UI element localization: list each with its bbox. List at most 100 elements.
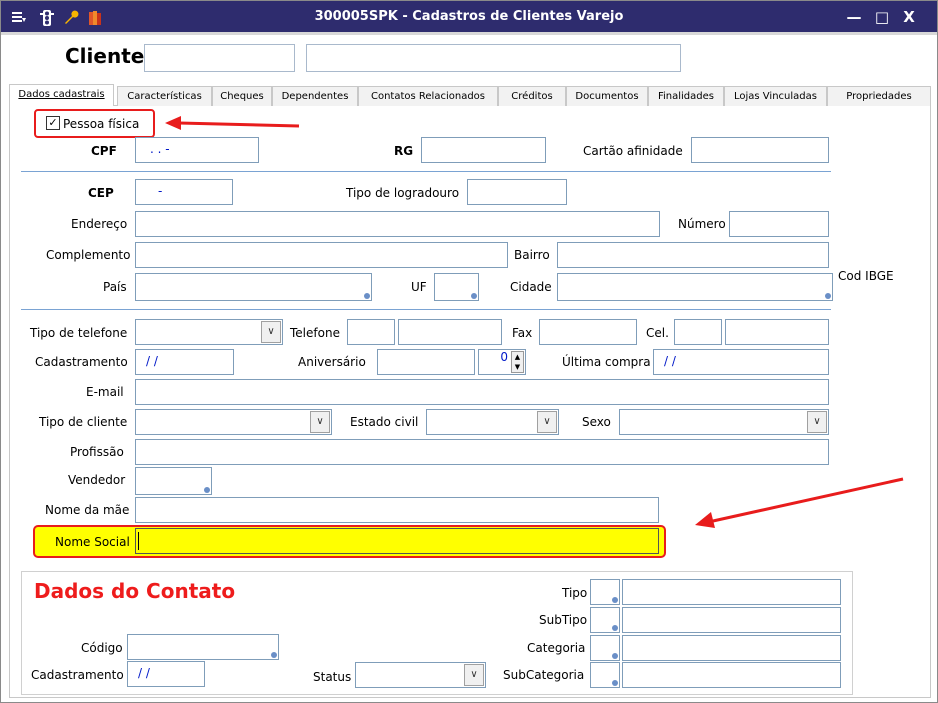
tipo-cliente-select[interactable]: ∨ bbox=[135, 409, 332, 435]
cliente-name-input[interactable] bbox=[306, 44, 681, 72]
tab-cheques[interactable]: Cheques bbox=[212, 86, 272, 106]
maximize-button[interactable]: □ bbox=[872, 7, 892, 27]
pessoa-fisica-label: Pessoa física bbox=[63, 117, 140, 131]
contato-tipo-code-input[interactable] bbox=[590, 579, 620, 605]
minimize-button[interactable]: — bbox=[844, 7, 864, 27]
main-window: 300005SPK - Cadastros de Clientes Varejo… bbox=[0, 0, 938, 703]
rg-label: RG bbox=[394, 144, 414, 158]
lookup-icon[interactable] bbox=[610, 678, 618, 686]
lookup-icon[interactable] bbox=[469, 291, 477, 299]
chevron-down-icon[interactable]: ∨ bbox=[310, 411, 330, 433]
tab-label: Documentos bbox=[575, 91, 639, 102]
uf-lookup-input[interactable] bbox=[434, 273, 479, 301]
chevron-down-icon[interactable]: ∨ bbox=[464, 664, 484, 686]
window-title: 300005SPK - Cadastros de Clientes Varejo bbox=[314, 9, 624, 24]
aniversario-input[interactable] bbox=[377, 349, 475, 375]
vendedor-lookup-input[interactable] bbox=[135, 467, 212, 495]
contato-codigo-lookup-input[interactable] bbox=[127, 634, 279, 660]
cartao-afinidade-input[interactable] bbox=[691, 137, 829, 163]
numero-input[interactable] bbox=[729, 211, 829, 237]
contato-codigo-label: Código bbox=[81, 641, 123, 655]
lookup-icon[interactable] bbox=[269, 650, 277, 658]
aniversario-spinner[interactable]: 0 ▲ ▼ bbox=[478, 349, 526, 375]
cel-ddd-input[interactable] bbox=[674, 319, 722, 345]
spinner-value: 0 bbox=[500, 350, 508, 364]
contato-title: Dados do Contato bbox=[34, 579, 236, 603]
contato-tipo-label: Tipo bbox=[562, 586, 588, 600]
complemento-label: Complemento bbox=[46, 248, 131, 262]
cliente-code-input[interactable] bbox=[144, 44, 295, 72]
chevron-down-icon[interactable]: ∨ bbox=[807, 411, 827, 433]
tab-finalidades[interactable]: Finalidades bbox=[648, 86, 724, 106]
cep-label: CEP bbox=[88, 186, 114, 200]
annotation-arrow-icon bbox=[165, 116, 300, 130]
contato-categoria-code-input[interactable] bbox=[590, 635, 620, 661]
nome-mae-input[interactable] bbox=[135, 497, 659, 523]
close-button[interactable]: X bbox=[899, 7, 919, 27]
tab-creditos[interactable]: Créditos bbox=[498, 86, 566, 106]
chevron-down-icon[interactable]: ∨ bbox=[261, 321, 281, 343]
bairro-input[interactable] bbox=[557, 242, 829, 268]
contato-subcategoria-desc-input[interactable] bbox=[622, 662, 841, 688]
estado-civil-select[interactable]: ∨ bbox=[426, 409, 559, 435]
contato-cadastramento-label: Cadastramento bbox=[31, 668, 124, 682]
tab-label: Cheques bbox=[220, 91, 264, 102]
cidade-label: Cidade bbox=[510, 280, 552, 294]
tab-label: Contatos Relacionados bbox=[370, 91, 485, 102]
tab-documentos[interactable]: Documentos bbox=[566, 86, 648, 106]
lookup-icon[interactable] bbox=[362, 291, 370, 299]
ultima-compra-date-input[interactable]: / / bbox=[653, 349, 829, 375]
endereco-input[interactable] bbox=[135, 211, 660, 237]
fax-input[interactable] bbox=[539, 319, 637, 345]
spinner-arrows-icon[interactable]: ▲ ▼ bbox=[511, 351, 524, 373]
contato-subtipo-code-input[interactable] bbox=[590, 607, 620, 633]
tipo-telefone-select[interactable]: ∨ bbox=[135, 319, 283, 345]
telefone-label: Telefone bbox=[290, 326, 340, 340]
bairro-label: Bairro bbox=[514, 248, 550, 262]
contato-subtipo-label: SubTipo bbox=[539, 613, 588, 627]
lookup-icon[interactable] bbox=[823, 291, 831, 299]
rg-input[interactable] bbox=[421, 137, 546, 163]
tab-dependentes[interactable]: Dependentes bbox=[272, 86, 358, 106]
contato-categoria-label: Categoria bbox=[527, 641, 586, 655]
tab-contatos-relacionados[interactable]: Contatos Relacionados bbox=[358, 86, 498, 106]
lookup-icon[interactable] bbox=[202, 485, 210, 493]
cpf-input[interactable]: . . - bbox=[135, 137, 259, 163]
contato-cadastramento-date-input[interactable]: / / bbox=[127, 661, 205, 687]
sexo-select[interactable]: ∨ bbox=[619, 409, 829, 435]
lookup-icon[interactable] bbox=[610, 595, 618, 603]
pessoa-fisica-checkbox[interactable]: ✓ bbox=[46, 116, 60, 130]
contato-status-select[interactable]: ∨ bbox=[355, 662, 486, 688]
cep-input[interactable]: - bbox=[135, 179, 233, 205]
contato-tipo-desc-input[interactable] bbox=[622, 579, 841, 605]
tab-lojas-vinculadas[interactable]: Lojas Vinculadas bbox=[724, 86, 827, 106]
profissao-input[interactable] bbox=[135, 439, 829, 465]
cel-input[interactable] bbox=[725, 319, 829, 345]
cidade-lookup-input[interactable] bbox=[557, 273, 833, 301]
email-input[interactable] bbox=[135, 379, 829, 405]
tab-propriedades[interactable]: Propriedades bbox=[827, 86, 931, 106]
chevron-down-icon[interactable]: ∨ bbox=[537, 411, 557, 433]
contato-subtipo-desc-input[interactable] bbox=[622, 607, 841, 633]
aniversario-label: Aniversário bbox=[298, 355, 366, 369]
lookup-icon[interactable] bbox=[610, 651, 618, 659]
estado-civil-label: Estado civil bbox=[350, 415, 419, 429]
telefone-ddd-input[interactable] bbox=[347, 319, 395, 345]
lookup-icon[interactable] bbox=[610, 623, 618, 631]
contato-categoria-desc-input[interactable] bbox=[622, 635, 841, 661]
contato-subcategoria-code-input[interactable] bbox=[590, 662, 620, 688]
tipo-logradouro-input[interactable] bbox=[467, 179, 567, 205]
cadastramento-date-input[interactable]: / / bbox=[135, 349, 234, 375]
nome-social-input[interactable] bbox=[135, 528, 659, 554]
tab-caracteristicas[interactable]: Características bbox=[117, 86, 212, 106]
email-label: E-mail bbox=[86, 385, 124, 399]
vendedor-label: Vendedor bbox=[68, 473, 126, 487]
title-bar: 300005SPK - Cadastros de Clientes Varejo… bbox=[1, 1, 937, 35]
pais-lookup-input[interactable] bbox=[135, 273, 372, 301]
tab-label: Propriedades bbox=[846, 91, 912, 102]
telefone-input[interactable] bbox=[398, 319, 502, 345]
text-cursor bbox=[138, 532, 139, 550]
complemento-input[interactable] bbox=[135, 242, 508, 268]
tipo-telefone-label: Tipo de telefone bbox=[30, 326, 128, 340]
tab-dados-cadastrais[interactable]: Dados cadastrais bbox=[9, 84, 114, 107]
